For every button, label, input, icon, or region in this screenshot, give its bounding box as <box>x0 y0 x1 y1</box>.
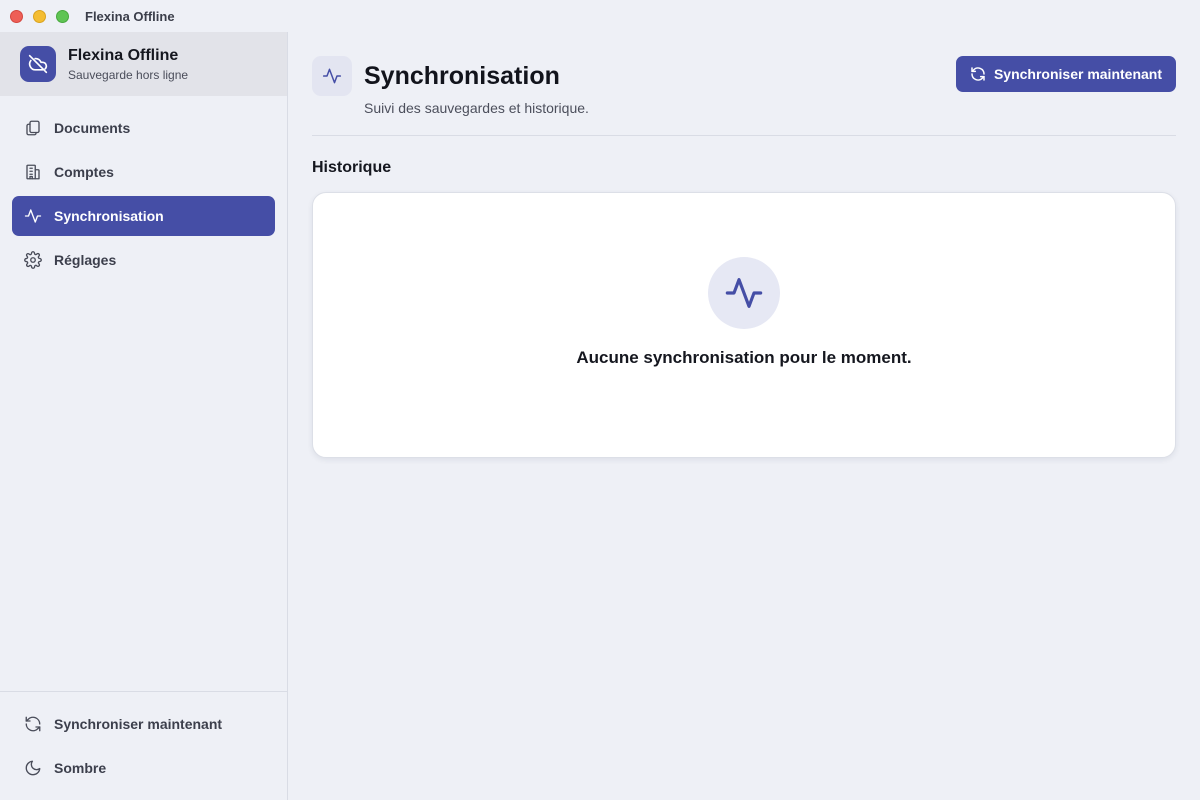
brand-header: Flexina Offline Sauvegarde hors ligne <box>0 32 287 96</box>
gear-icon <box>24 251 42 269</box>
refresh-icon <box>24 715 42 733</box>
cloud-off-icon <box>20 46 56 82</box>
sidebar-footer-label: Sombre <box>54 760 107 776</box>
sidebar-item-reglages[interactable]: Réglages <box>12 240 275 280</box>
sidebar-sync-now-button[interactable]: Synchroniser maintenant <box>12 704 275 744</box>
title-bar: Flexina Offline <box>0 0 1200 32</box>
refresh-icon <box>970 66 986 82</box>
dark-mode-toggle[interactable]: Sombre <box>12 748 275 788</box>
sidebar-footer: Synchroniser maintenant Sombre <box>0 691 287 800</box>
moon-icon <box>24 759 42 777</box>
sidebar-item-comptes[interactable]: Comptes <box>12 152 275 192</box>
sync-now-button[interactable]: Synchroniser maintenant <box>955 56 1176 92</box>
app-name: Flexina Offline <box>68 46 179 64</box>
main-content: Synchronisation Suivi des sauvegardes et… <box>289 32 1200 800</box>
window-controls <box>10 9 69 23</box>
sidebar-footer-label: Synchroniser maintenant <box>54 716 223 732</box>
sync-now-label: Synchroniser maintenant <box>993 66 1162 82</box>
close-window-button[interactable] <box>10 9 23 23</box>
activity-icon <box>24 207 42 225</box>
minimize-window-button[interactable] <box>33 9 46 23</box>
sidebar-item-documents[interactable]: Documents <box>12 108 275 148</box>
header-divider <box>312 135 1176 136</box>
sidebar-item-label: Synchronisation <box>54 208 164 224</box>
documents-icon <box>24 119 42 137</box>
page-title: Synchronisation <box>364 62 560 90</box>
window-title: Flexina Offline <box>85 8 175 24</box>
building-icon <box>24 163 42 181</box>
empty-state-message: Aucune synchronisation pour le moment. <box>576 348 912 367</box>
activity-icon <box>708 257 780 329</box>
activity-icon <box>312 56 352 96</box>
maximize-window-button[interactable] <box>56 9 69 23</box>
sidebar-item-synchronisation[interactable]: Synchronisation <box>12 196 275 236</box>
app-window: Flexina Offline Flexina Offline Sauvegar… <box>0 0 1200 800</box>
page-subtitle: Suivi des sauvegardes et historique. <box>364 100 589 116</box>
sidebar: Flexina Offline Sauvegarde hors ligne Do… <box>0 32 288 800</box>
sidebar-item-label: Comptes <box>54 164 114 180</box>
app-subtitle: Sauvegarde hors ligne <box>68 67 189 82</box>
sidebar-nav: Documents Comptes Synchronisation Réglag… <box>0 96 287 280</box>
history-section-title: Historique <box>312 159 392 176</box>
page-header: Synchronisation Suivi des sauvegardes et… <box>312 56 1176 136</box>
sidebar-item-label: Documents <box>54 120 131 136</box>
history-card: Aucune synchronisation pour le moment. <box>312 192 1176 458</box>
sidebar-item-label: Réglages <box>54 252 117 268</box>
